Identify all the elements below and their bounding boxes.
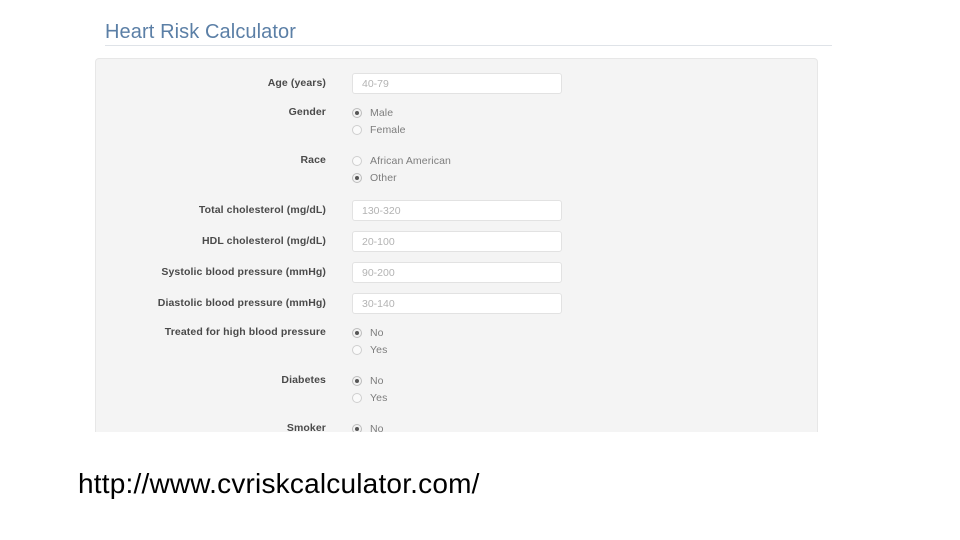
title-divider	[105, 45, 832, 46]
field-label: Race	[300, 154, 326, 166]
field-control	[352, 293, 562, 314]
radio-option-label: African American	[370, 154, 451, 167]
field-label: Age (years)	[267, 77, 326, 89]
radio-option-label: Other	[370, 171, 397, 184]
radio-option-label: No	[370, 374, 384, 387]
page-title-block: Heart Risk Calculator	[105, 20, 835, 46]
radio-unselected-icon[interactable]	[352, 344, 362, 355]
field-control	[352, 262, 562, 283]
radio-unselected-icon[interactable]	[352, 124, 362, 135]
radio-selected-icon[interactable]	[352, 172, 362, 183]
radio-option[interactable]: No	[352, 420, 384, 432]
field-label: Diastolic blood pressure (mmHg)	[157, 297, 326, 309]
field-control	[352, 231, 562, 252]
field-control: No Yes	[352, 324, 387, 358]
radio-option-label: No	[370, 422, 384, 433]
radio-selected-icon[interactable]	[352, 375, 362, 386]
source-url-caption: http://www.cvriskcalculator.com/	[78, 468, 480, 499]
text-input[interactable]	[352, 73, 562, 94]
page-title: Heart Risk Calculator	[105, 21, 297, 43]
field-label: Diabetes	[281, 374, 326, 386]
radio-option-label: Yes	[370, 343, 388, 356]
radio-option[interactable]: Female	[352, 121, 406, 138]
radio-option[interactable]: Yes	[352, 341, 387, 358]
radio-unselected-icon[interactable]	[352, 392, 362, 403]
field-control: Male Female	[352, 104, 406, 138]
text-input[interactable]	[352, 262, 562, 283]
radio-option-label: No	[370, 326, 384, 339]
radio-selected-icon[interactable]	[352, 107, 362, 118]
text-input[interactable]	[352, 200, 562, 221]
field-control: No	[352, 420, 384, 432]
radio-option[interactable]: No	[352, 372, 387, 389]
field-label: Smoker	[286, 422, 326, 432]
slide-canvas: Heart Risk Calculator Age (years) Gender M…	[0, 0, 960, 540]
radio-option[interactable]: Yes	[352, 389, 387, 406]
radio-unselected-icon[interactable]	[352, 155, 362, 166]
text-input[interactable]	[352, 293, 562, 314]
field-control	[352, 200, 562, 221]
field-control: No Yes	[352, 372, 387, 406]
field-label: Systolic blood pressure (mmHg)	[161, 266, 326, 278]
radio-selected-icon[interactable]	[352, 423, 362, 432]
radio-option-label: Female	[370, 123, 406, 136]
radio-option[interactable]: Other	[352, 169, 451, 186]
field-control: African American Other	[352, 152, 451, 186]
radio-option[interactable]: Male	[352, 104, 406, 121]
radio-selected-icon[interactable]	[352, 327, 362, 338]
radio-option-label: Yes	[370, 391, 388, 404]
field-label: Treated for high blood pressure	[164, 326, 326, 338]
field-control	[352, 73, 562, 94]
text-input[interactable]	[352, 231, 562, 252]
field-label: Gender	[288, 106, 326, 118]
radio-option[interactable]: African American	[352, 152, 451, 169]
radio-option-label: Male	[370, 106, 394, 119]
heart-risk-form-panel: Age (years) Gender Male Female Race African A…	[95, 58, 818, 432]
radio-option[interactable]: No	[352, 324, 387, 341]
field-label: Total cholesterol (mg/dL)	[198, 204, 326, 216]
field-label: HDL cholesterol (mg/dL)	[201, 235, 326, 247]
